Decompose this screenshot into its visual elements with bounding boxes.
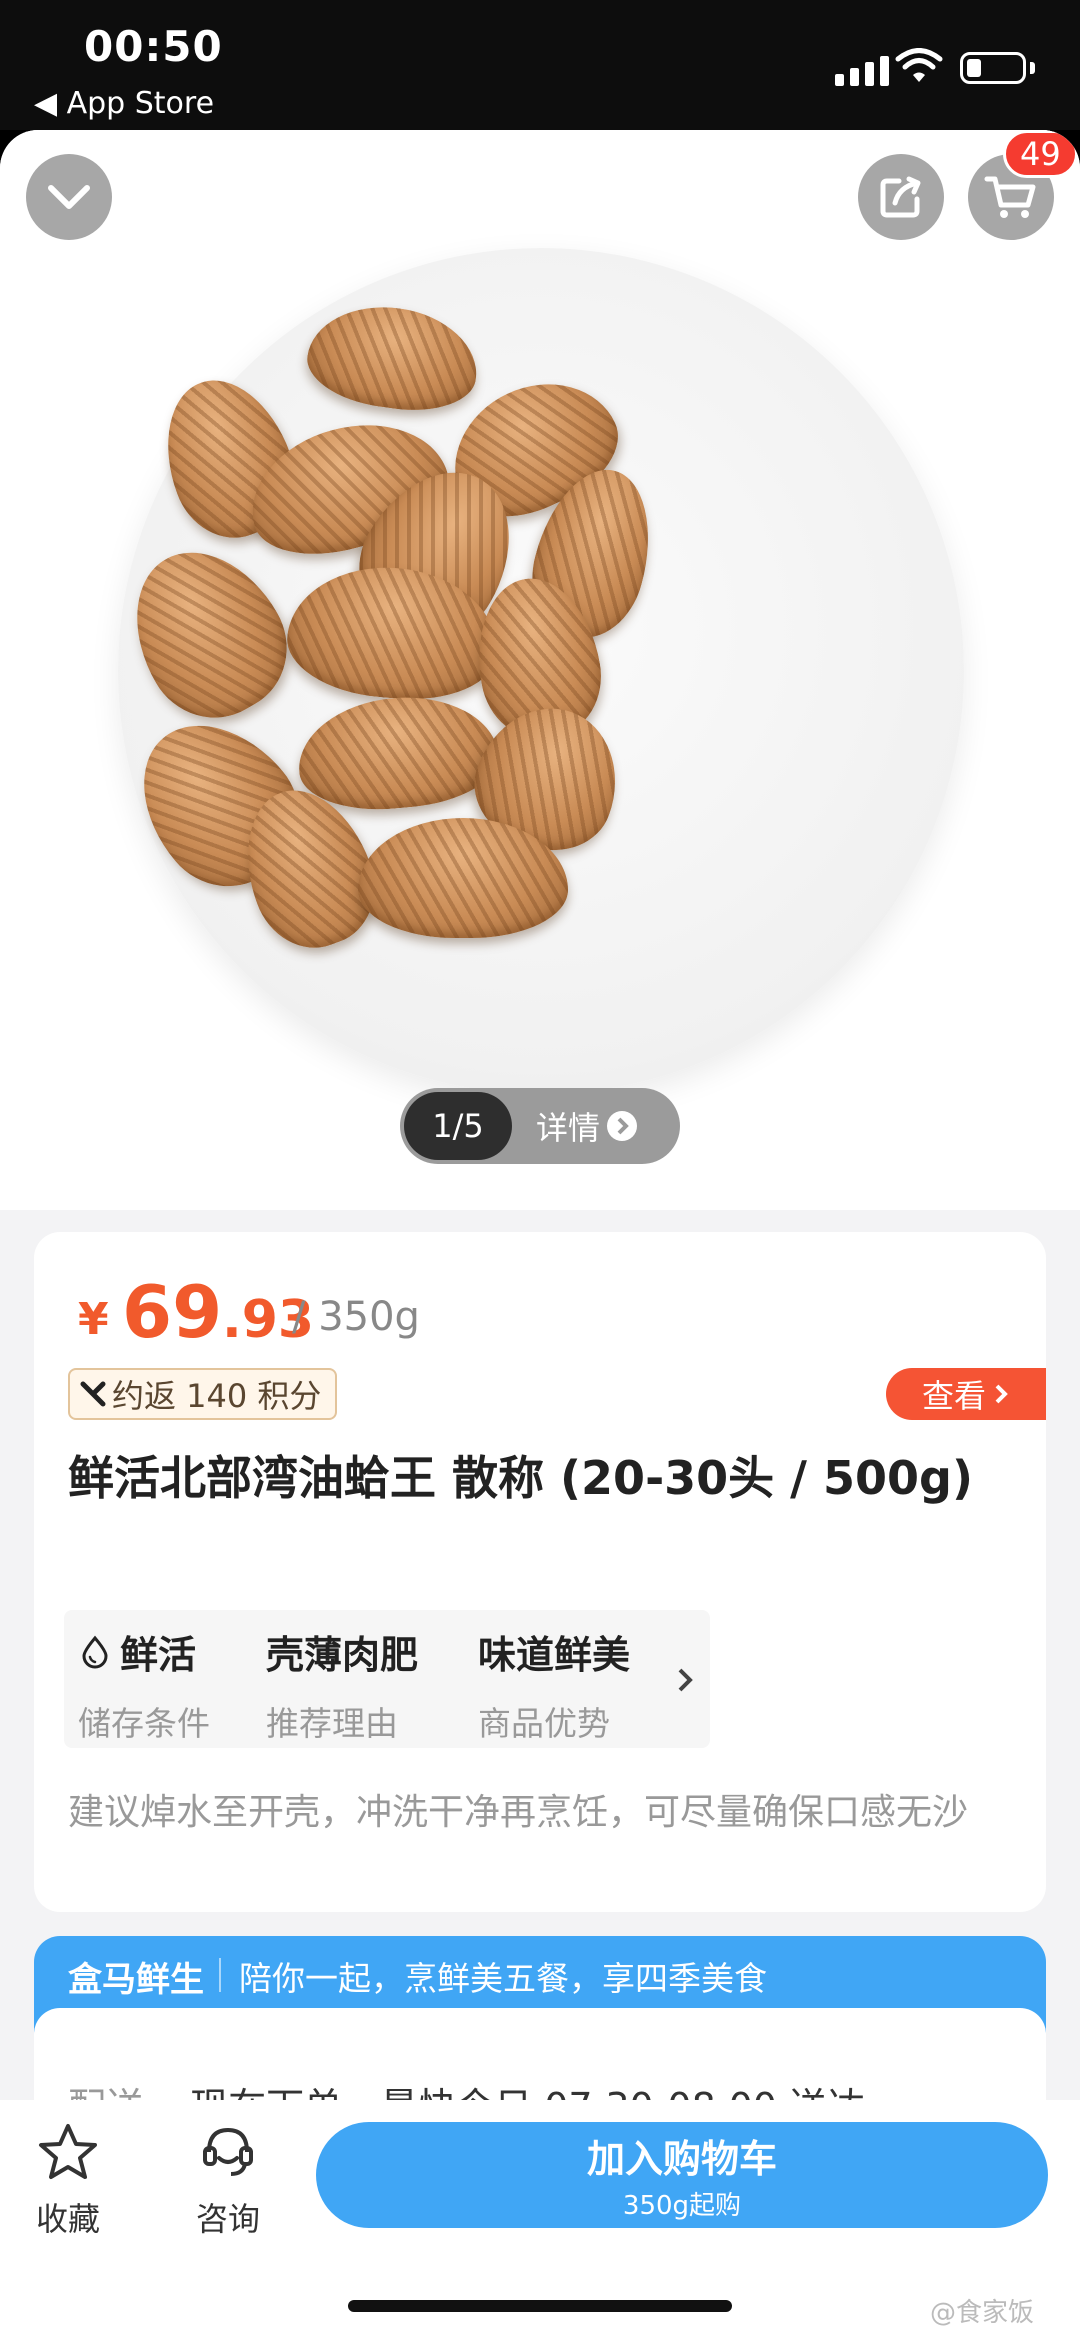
feature-item: 鲜活 储存条件: [78, 1624, 210, 1745]
hema-brand: 盒马鲜生: [68, 1960, 204, 2000]
points-text: 约返 140 积分: [112, 1377, 322, 1415]
feature-title: 味道鲜美: [478, 1633, 631, 1677]
chevron-down-icon: [48, 185, 90, 209]
add-to-cart-label: 加入购物车: [586, 2137, 777, 2181]
feature-subtitle: 商品优势: [478, 1704, 610, 1743]
cart-count-badge: 49: [1003, 130, 1078, 178]
hema-slogan: 陪你一起，烹鲜美五餐，享四季美食: [239, 1959, 767, 1998]
cooking-tip: 建议焯水至开壳，冲洗干净再烹饪，可尽量确保口感无沙: [68, 1792, 969, 1833]
cellular-signal-icon: [835, 56, 889, 86]
product-image: [104, 248, 964, 1094]
points-rebate-badge: 约返 140 积分: [68, 1368, 338, 1420]
feature-item: 壳薄肉肥 推荐理由: [266, 1624, 418, 1745]
battery-tip: [1030, 62, 1035, 74]
min-purchase-label: 350g起购: [622, 2191, 742, 2221]
view-button[interactable]: 查看: [886, 1368, 1046, 1420]
feature-strip[interactable]: 鲜活 储存条件 壳薄肉肥 推荐理由 味道鲜美 商品优势: [64, 1610, 710, 1748]
product-info-card: ¥ 69 .93 / 350g 约返 140 积分 查看 鲜活北部湾油蛤王 散称…: [34, 1232, 1046, 1912]
divider: [219, 1958, 221, 1992]
gallery-detail-link[interactable]: 详情: [536, 1103, 638, 1149]
watermark: @食家饭: [930, 2298, 1035, 2328]
customer-service-icon: [203, 2127, 253, 2176]
status-bar: 00:50 ◀ App Store: [0, 0, 1080, 130]
share-icon: [880, 176, 921, 218]
chevron-right-icon[interactable]: [662, 1656, 710, 1704]
battery-icon: [960, 52, 1026, 84]
page-counter: 1/5: [404, 1092, 512, 1160]
shopping-cart-icon: [984, 176, 1036, 218]
product-gallery[interactable]: 1/5 详情: [0, 130, 1080, 1210]
add-to-cart-button[interactable]: 加入购物车 350g起购: [316, 2122, 1048, 2228]
feature-subtitle: 推荐理由: [266, 1704, 398, 1743]
product-title: 鲜活北部湾油蛤王 散称 (20-30头 / 500g): [68, 1451, 973, 1505]
feature-item: 味道鲜美 商品优势: [478, 1624, 630, 1745]
wifi-icon: [895, 48, 943, 82]
collapse-button[interactable]: [26, 154, 112, 240]
back-to-app-store-link[interactable]: ◀ App Store: [34, 86, 214, 121]
currency-symbol: ¥: [78, 1294, 109, 1345]
water-drop-icon: [82, 1635, 108, 1668]
consult-label: 咨询: [196, 2200, 261, 2238]
feature-subtitle: 储存条件: [78, 1704, 210, 1743]
favorite-label: 收藏: [36, 2200, 101, 2238]
product-sheet: 1/5 详情 49 ¥ 69 .93 / 350g 约返 140 积分 查看 鲜…: [0, 130, 1080, 2337]
chevron-right-icon: [995, 1384, 1008, 1404]
star-icon: [39, 2124, 97, 2179]
gallery-pager[interactable]: 1/5 详情: [400, 1088, 680, 1164]
feature-title: 壳薄肉肥: [266, 1633, 419, 1677]
status-time: 00:50: [84, 22, 223, 71]
chevron-right-circle-icon: [607, 1111, 638, 1141]
home-indicator[interactable]: [348, 2300, 732, 2312]
price-integer: 69: [122, 1270, 223, 1354]
price-unit: / 350g: [292, 1294, 420, 1340]
consult-button[interactable]: 咨询: [196, 2122, 260, 2240]
favorite-button[interactable]: 收藏: [36, 2122, 100, 2240]
rebate-x-icon: [80, 1381, 106, 1407]
detail-label: 详情: [536, 1109, 601, 1147]
view-label: 查看: [921, 1377, 986, 1415]
share-button[interactable]: [858, 154, 944, 240]
feature-title: 鲜活: [120, 1633, 197, 1677]
